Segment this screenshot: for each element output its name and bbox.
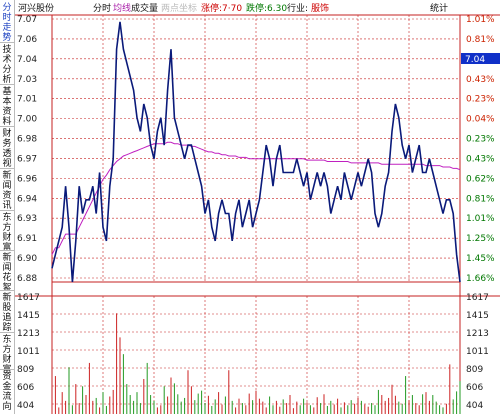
price-tick-left: 6.93 xyxy=(17,214,37,224)
price-tick-left: 6.88 xyxy=(17,274,37,284)
price-tick-right: 1.45% xyxy=(466,254,495,264)
sidebar-separator xyxy=(0,250,14,251)
price-tick-left: 6.96 xyxy=(17,174,37,184)
price-tick-left: 7.04 xyxy=(17,55,37,65)
price-tick-right: 0.23% xyxy=(466,95,495,105)
down-count: 跌停:6.30 xyxy=(246,2,287,14)
price-tick-right: 0.43% xyxy=(466,154,495,164)
price-tick-right: 0.62% xyxy=(466,174,495,184)
volume-tick-right: 1213 xyxy=(466,329,489,339)
price-tick-left: 6.90 xyxy=(17,254,37,264)
sidebar-tab-2[interactable]: 基本资料 xyxy=(1,87,13,127)
price-tick-left: 6.91 xyxy=(17,234,37,244)
sidebar-separator xyxy=(0,168,14,169)
volume-tick-right: 1011 xyxy=(466,347,489,357)
price-tick-right: 1.01% xyxy=(466,214,495,224)
extra-label[interactable]: 两点坐标 xyxy=(161,2,197,14)
volume-tick-left: 1415 xyxy=(17,311,40,321)
price-tick-left: 7.00 xyxy=(17,115,37,125)
volume-tick-left: 1213 xyxy=(17,329,40,339)
sidebar-tab-9[interactable]: 资金流向 xyxy=(1,372,13,412)
price-tick-left: 7.01 xyxy=(17,95,37,105)
sidebar-separator xyxy=(0,332,14,333)
volume-tick-right: 1617 xyxy=(466,293,489,303)
sidebar-separator xyxy=(0,42,14,43)
sidebar-tab-0[interactable]: 分时走势 xyxy=(1,3,13,43)
price-tick-left: 7.07 xyxy=(17,15,37,25)
volume-tick-right: 1415 xyxy=(466,311,489,321)
vol-label[interactable]: 成交量 xyxy=(131,2,158,14)
price-tick-right: 0.81% xyxy=(466,35,495,45)
volume-tick-left: 809 xyxy=(17,365,34,375)
price-tick-right: 0.43% xyxy=(466,75,495,85)
volume-tick-right: 809 xyxy=(466,365,483,375)
current-price-tag: 7.04 xyxy=(461,53,500,65)
up-count: 涨停:7·70 xyxy=(201,2,242,14)
sidebar-separator xyxy=(0,210,14,211)
sidebar-tab-1[interactable]: 技术分析 xyxy=(1,45,13,85)
sidebar-tab-6[interactable]: 新闻花絮 xyxy=(1,253,13,293)
volume-tick-left: 606 xyxy=(17,383,34,393)
ma-label[interactable]: 均线 xyxy=(113,2,131,14)
price-tick-right: 0.04% xyxy=(466,115,495,125)
stats-button[interactable]: 统计 xyxy=(430,2,448,14)
price-tick-right: 1.25% xyxy=(466,234,495,244)
sidebar: 分时走势 技术分析 基本资料 财务透视 新闻资讯 东方财富 新闻花絮 新股追踪 东方财富 资金流向 xyxy=(0,0,15,414)
current-price-value: 7.04 xyxy=(465,55,485,65)
price-axis-left: 7.07 7.06 7.04 7.03 7.01 7.00 6.98 6.97 6.96 6.94… xyxy=(17,15,37,284)
sidebar-tab-5[interactable]: 东方财富 xyxy=(1,213,13,253)
volume-tick-right: 606 xyxy=(466,383,483,393)
mode-label[interactable]: 分时 xyxy=(93,2,111,14)
price-tick-right: 0.23% xyxy=(466,135,495,145)
price-tick-left: 6.97 xyxy=(17,154,37,164)
industry-value[interactable]: 服饰 xyxy=(311,2,329,14)
chart-panel: 河兴股份 分时 均线 成交量 两点坐标 涨停:7·70 跌停:6.30 行业: … xyxy=(15,2,500,414)
volume-axis-right: 1617 1415 1213 1011 809 606 404 xyxy=(466,293,489,411)
volume-tick-right: 404 xyxy=(466,401,483,411)
volume-tick-left: 1617 xyxy=(17,293,40,303)
price-tick-right: 0.81% xyxy=(466,194,495,204)
sidebar-tab-3[interactable]: 财务透视 xyxy=(1,129,13,169)
price-tick-left: 7.06 xyxy=(17,35,37,45)
sidebar-tab-7[interactable]: 新股追踪 xyxy=(1,293,13,333)
industry-label: 行业: xyxy=(287,2,308,14)
volume-axis-left: 1617 1415 1213 1011 809 606 404 xyxy=(17,293,40,411)
sidebar-separator xyxy=(0,84,14,85)
sidebar-separator xyxy=(0,126,14,127)
header-bar: 河兴股份 分时 均线 成交量 两点坐标 涨停:7·70 跌停:6.30 行业: … xyxy=(18,2,448,14)
price-tick-left: 6.98 xyxy=(17,135,37,145)
price-tick-right: 1.66% xyxy=(466,274,495,284)
volume-tick-left: 404 xyxy=(17,401,34,411)
price-tick-left: 7.03 xyxy=(17,75,37,85)
volume-tick-left: 1011 xyxy=(17,347,40,357)
price-tick-right: 1.01% xyxy=(466,15,495,25)
sidebar-separator xyxy=(0,290,14,291)
sidebar-separator xyxy=(0,369,14,370)
sidebar-tab-4[interactable]: 新闻资讯 xyxy=(1,171,13,211)
price-tick-left: 6.94 xyxy=(17,194,37,204)
stock-name[interactable]: 河兴股份 xyxy=(18,2,54,14)
